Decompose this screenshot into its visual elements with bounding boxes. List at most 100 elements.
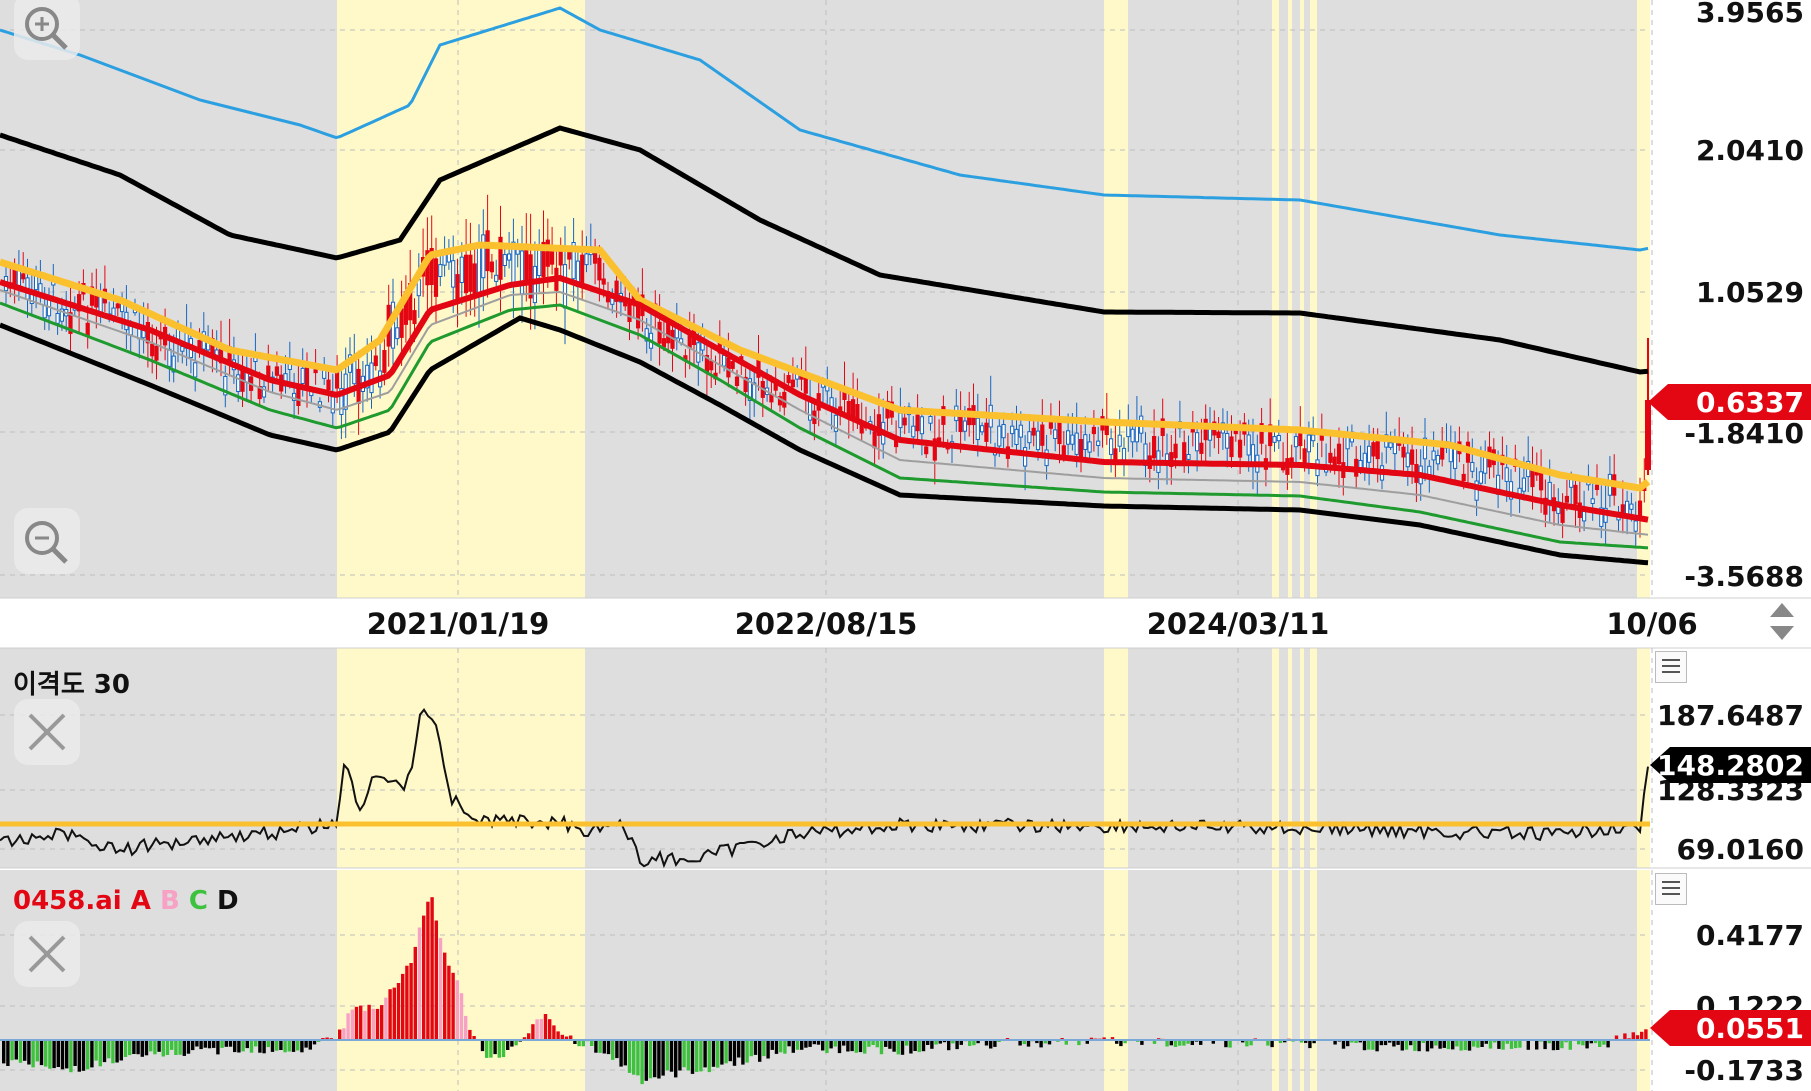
histogram-bar <box>434 920 438 1040</box>
candle-down <box>1087 441 1092 453</box>
candle-up <box>485 230 490 272</box>
candle-down <box>180 346 185 352</box>
histogram-bar <box>308 1040 312 1050</box>
candle-up <box>1173 443 1178 459</box>
histogram-bar <box>291 1040 296 1052</box>
histogram-bar <box>1413 1040 1417 1051</box>
histogram-bar <box>367 1004 371 1040</box>
histogram-bar <box>73 1040 77 1066</box>
candle-up <box>601 278 606 285</box>
histogram-bar <box>611 1040 615 1060</box>
histogram-bar <box>804 1040 808 1048</box>
candle-down <box>438 264 443 278</box>
candle-up <box>489 261 494 273</box>
candle-down <box>1435 455 1441 465</box>
histogram-bar <box>304 1040 308 1048</box>
histogram-bar <box>338 1029 342 1040</box>
candle-up <box>1216 431 1221 439</box>
histogram-bar <box>1585 1040 1589 1049</box>
chart-svg[interactable]: 3.9565 2.0410 1.0529 -1.8410 -3.5688 0.6337 20… <box>0 0 1811 1091</box>
histogram-bar <box>644 1040 648 1081</box>
candle-down <box>369 362 374 394</box>
candle-up <box>636 306 641 329</box>
candle-down <box>1293 436 1299 448</box>
histogram-bar <box>283 1040 287 1053</box>
disparity-close-button[interactable] <box>14 699 80 765</box>
histogram-bar <box>791 1040 795 1053</box>
histogram-bar <box>262 1040 266 1054</box>
disparity-menu-button[interactable] <box>1655 651 1687 683</box>
zoom-in-button[interactable] <box>14 0 80 60</box>
histogram-bar <box>203 1040 207 1048</box>
candle-down <box>1504 467 1509 482</box>
histogram-bar <box>552 1025 556 1040</box>
histogram-bar <box>392 987 396 1040</box>
histogram-bar <box>224 1040 228 1047</box>
chart-stage[interactable]: 3.9565 2.0410 1.0529 -1.8410 -3.5688 0.6337 20… <box>0 0 1811 1091</box>
candle-down <box>1633 520 1638 532</box>
ai-close-button[interactable] <box>14 921 80 987</box>
candle-up <box>872 431 877 449</box>
shade-yellow <box>1310 648 1317 868</box>
candle-up <box>1594 484 1600 491</box>
candle-down <box>584 253 589 266</box>
histogram-bar <box>56 1040 60 1067</box>
histogram-bar <box>220 1040 224 1048</box>
histogram-bar <box>1367 1040 1371 1050</box>
histogram-bar <box>783 1040 787 1054</box>
candle-up <box>924 446 929 455</box>
candle-up <box>726 357 731 378</box>
histogram-bar <box>678 1040 682 1071</box>
histogram-bar <box>132 1040 136 1054</box>
histogram-bar <box>153 1040 157 1055</box>
candle-up <box>1031 427 1036 436</box>
candle-down <box>55 313 60 324</box>
histogram-bar <box>1476 1040 1480 1048</box>
histogram-bar <box>497 1040 501 1058</box>
ai-indicator-title: 0458.ai A B C D <box>13 886 239 916</box>
ai-menu-button[interactable] <box>1655 873 1687 905</box>
histogram-bar <box>249 1040 254 1053</box>
shade-yellow <box>1310 0 1317 598</box>
candle-down <box>1388 442 1393 448</box>
histogram-bar <box>1173 1040 1178 1047</box>
histogram-bar <box>480 1040 485 1052</box>
histogram-bar <box>850 1040 854 1052</box>
candle-down <box>300 367 305 384</box>
histogram-bar <box>388 989 392 1040</box>
histogram-bar <box>65 1040 69 1069</box>
histogram-bar <box>770 1040 774 1050</box>
price-tick-label: 2.0410 <box>1696 134 1804 167</box>
candle-down <box>722 354 727 367</box>
candle-up <box>1410 449 1415 465</box>
shade-yellow <box>1300 870 1304 1091</box>
hamburger-menu-icon <box>1662 659 1680 661</box>
ai-tick-label: -0.1733 <box>1684 1054 1804 1087</box>
histogram-bar <box>749 1040 753 1057</box>
zoom-out-button[interactable] <box>14 508 80 574</box>
histogram-bar <box>1459 1040 1463 1051</box>
histogram-bar <box>178 1040 182 1055</box>
candle-up <box>1061 445 1066 456</box>
histogram-bar <box>758 1040 762 1062</box>
candle-up <box>455 274 460 302</box>
histogram-bar <box>1400 1040 1404 1051</box>
zoom-in-icon <box>25 7 68 50</box>
shade-yellow <box>1637 648 1650 868</box>
histogram-bar <box>1417 1040 1421 1052</box>
candle-down <box>1276 435 1281 442</box>
candle-up <box>150 343 155 357</box>
candle-up <box>902 417 907 426</box>
histogram-bar <box>18 1040 23 1063</box>
histogram-bar <box>711 1040 716 1067</box>
candle-down <box>1405 452 1410 468</box>
candle-down <box>980 425 985 433</box>
candle-down <box>1083 434 1088 451</box>
histogram-bar <box>1488 1040 1493 1049</box>
candle-up <box>661 338 666 348</box>
histogram-bar <box>1518 1040 1522 1048</box>
histogram-bar <box>640 1040 644 1085</box>
histogram-bar <box>808 1040 812 1047</box>
candle-up <box>1057 421 1062 445</box>
shade-yellow <box>337 648 585 868</box>
